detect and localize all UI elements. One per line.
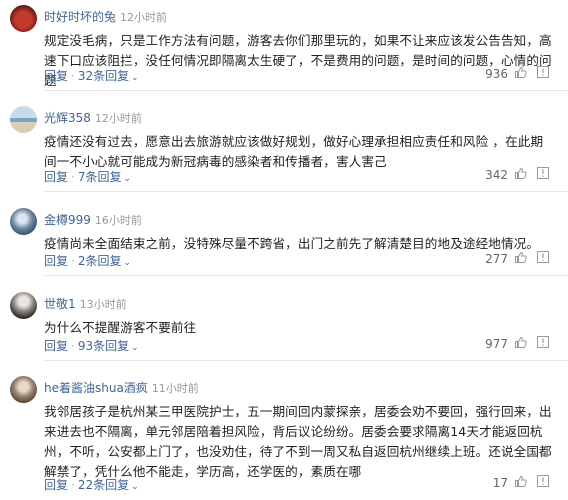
comment-actions: 回复 · 32条回复 ⌄ <box>44 69 139 83</box>
username[interactable]: 光辉358 12小时前 <box>44 109 142 126</box>
username[interactable]: 时好时坏的兔 12小时前 <box>44 8 167 25</box>
reply-button[interactable]: 回复 <box>44 254 68 268</box>
avatar[interactable] <box>10 5 37 32</box>
comment-text: 为什么不提醒游客不要前往 <box>44 320 197 335</box>
like-count: 17 <box>492 476 508 490</box>
chevron-down-icon: ⌄ <box>131 73 139 83</box>
reply-button[interactable]: 回复 <box>44 478 68 492</box>
comment-text: 我邻居孩子是杭州某三甲医院护士，五一期间回内蒙探亲，居委会劝不要回，强行回来，出… <box>44 404 552 479</box>
reply-button[interactable]: 回复 <box>44 69 68 83</box>
like-count: 342 <box>485 168 508 182</box>
comment-text: 疫情还没有过去，愿意出去旅游就应该做好规划，做好心理承担相应责任和风险 ，在此期… <box>44 134 544 169</box>
comment-item: 光辉358 12小时前 疫情还没有过去，愿意出去旅游就应该做好规划，做好心理承担相… <box>0 106 568 192</box>
view-replies-button[interactable]: 93条回复 ⌄ <box>78 339 139 353</box>
divider <box>44 90 568 91</box>
comment-actions: 回复 · 2条回复 ⌄ <box>44 254 132 268</box>
comment-actions: 回复 · 7条回复 ⌄ <box>44 170 132 184</box>
chevron-down-icon: ⌄ <box>123 174 132 184</box>
reply-button[interactable]: 回复 <box>44 170 68 184</box>
view-replies-button[interactable]: 22条回复 ⌄ <box>78 478 139 492</box>
comment-time: 12小时前 <box>94 112 142 125</box>
like-count: 277 <box>485 252 508 266</box>
view-replies-button[interactable]: 7条回复 ⌄ <box>78 170 131 184</box>
view-replies-button[interactable]: 2条回复 ⌄ <box>78 254 131 268</box>
username[interactable]: he着酱油shua酒疯 11小时前 <box>44 379 199 396</box>
divider <box>44 360 568 361</box>
comment-actions: 回复 · 22条回复 ⌄ <box>44 478 139 492</box>
username[interactable]: 金樽999 16小时前 <box>44 211 142 228</box>
comment-item: 金樽999 16小时前 疫情尚未全面结束之前，没特殊尽量不跨省，出门之前先了解清楚… <box>0 208 568 276</box>
divider <box>44 191 568 192</box>
chevron-down-icon: ⌄ <box>131 482 139 492</box>
report-icon[interactable] <box>537 251 549 263</box>
like-icon[interactable] <box>514 66 527 79</box>
comment-text: 疫情尚未全面结束之前，没特殊尽量不跨省，出门之前先了解清楚目的地及途经地情况。 <box>44 236 540 251</box>
avatar[interactable] <box>10 208 37 235</box>
divider <box>44 275 568 276</box>
avatar[interactable] <box>10 292 37 319</box>
like-icon[interactable] <box>514 167 527 180</box>
chevron-down-icon: ⌄ <box>123 258 132 268</box>
comment-time: 12小时前 <box>120 11 168 24</box>
comment-time: 13小时前 <box>79 298 127 311</box>
report-icon[interactable] <box>537 475 549 487</box>
report-icon[interactable] <box>537 167 549 179</box>
avatar[interactable] <box>10 106 37 133</box>
comment-actions: 回复 · 93条回复 ⌄ <box>44 339 139 353</box>
like-count: 977 <box>485 337 508 351</box>
report-icon[interactable] <box>537 336 549 348</box>
comment-item: 时好时坏的兔 12小时前 规定没毛病，只是工作方法有问题，游客去你们那里玩的，如果… <box>0 5 568 91</box>
like-icon[interactable] <box>514 475 527 488</box>
like-count: 936 <box>485 67 508 81</box>
like-icon[interactable] <box>514 336 527 349</box>
chevron-down-icon: ⌄ <box>131 343 139 353</box>
username[interactable]: 世敬1 13小时前 <box>44 295 127 312</box>
comment-item: 世敬1 13小时前 为什么不提醒游客不要前往 回复 · 93条回复 ⌄ 977 <box>0 292 568 361</box>
view-replies-button[interactable]: 32条回复 ⌄ <box>78 69 139 83</box>
avatar[interactable] <box>10 376 37 403</box>
like-icon[interactable] <box>514 251 527 264</box>
comment-time: 16小时前 <box>94 214 142 227</box>
comment-item: he着酱油shua酒疯 11小时前 我邻居孩子是杭州某三甲医院护士，五一期间回内蒙… <box>0 376 568 500</box>
comment-time: 11小时前 <box>151 382 199 395</box>
report-icon[interactable] <box>537 66 549 78</box>
reply-button[interactable]: 回复 <box>44 339 68 353</box>
